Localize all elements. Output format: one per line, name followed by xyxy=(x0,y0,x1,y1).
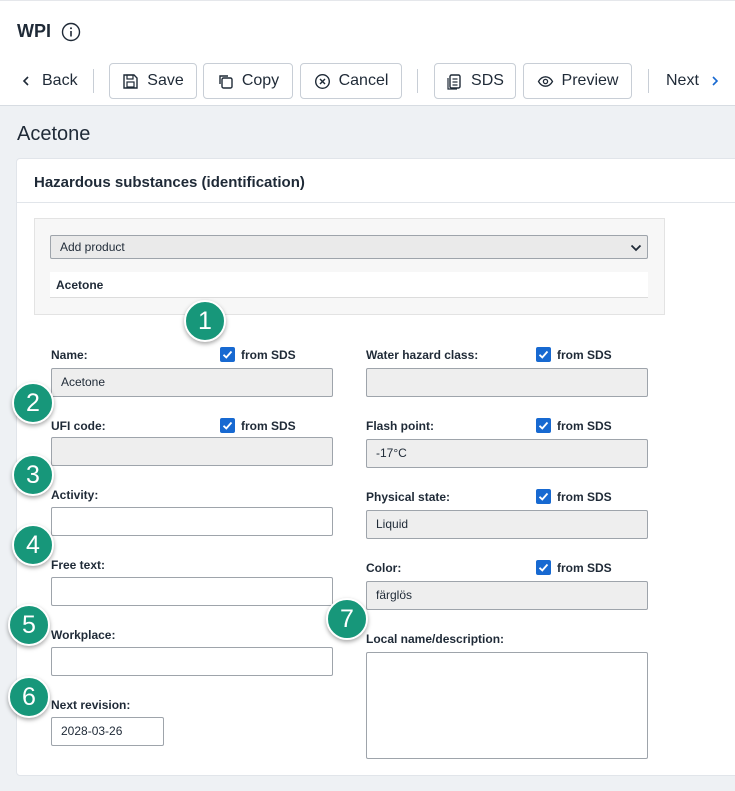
chevron-right-icon xyxy=(712,76,719,86)
save-label: Save xyxy=(147,72,184,89)
from-sds-label: from SDS xyxy=(241,418,296,433)
toolbar-divider xyxy=(417,69,418,93)
copy-button[interactable]: Copy xyxy=(203,63,293,99)
water-hazard-class-label: Water hazard class: xyxy=(366,348,479,362)
next-revision-field[interactable]: 2028-03-26 xyxy=(51,717,164,746)
checkbox-checked-icon xyxy=(536,560,551,575)
annotation-badge-4: 4 xyxy=(12,524,54,566)
name-from-sds-checkbox[interactable]: from SDS xyxy=(220,347,296,362)
annotation-badge-5: 5 xyxy=(8,604,50,646)
ufi-code-label: UFI code: xyxy=(51,419,106,433)
section-title: Hazardous substances (identification) xyxy=(34,174,305,191)
color-field[interactable]: färglös xyxy=(366,581,648,610)
annotation-badge-1: 1 xyxy=(184,300,226,342)
eye-icon xyxy=(537,75,553,87)
page-heading: Acetone xyxy=(17,123,91,145)
water-hazard-class-field[interactable] xyxy=(366,368,648,397)
preview-button[interactable]: Preview xyxy=(523,63,632,99)
page-title: WPI xyxy=(17,21,51,41)
title-row: WPI xyxy=(17,21,81,42)
color-from-sds-checkbox[interactable]: from SDS xyxy=(536,560,612,575)
checkbox-checked-icon xyxy=(536,489,551,504)
physical-state-field[interactable]: Liquid xyxy=(366,510,648,539)
annotation-badge-2: 2 xyxy=(12,382,54,424)
ufi-code-field[interactable] xyxy=(51,437,333,466)
back-button[interactable]: Back xyxy=(20,63,82,99)
top-bar: WPI Back Save Copy Cancel SDS Preview Ne… xyxy=(0,0,735,106)
from-sds-label: from SDS xyxy=(557,418,612,433)
activity-field[interactable] xyxy=(51,507,333,536)
toolbar: Back Save Copy Cancel SDS Preview Next xyxy=(0,63,735,99)
flash-point-field[interactable]: -17°C xyxy=(366,439,648,468)
back-label: Back xyxy=(42,72,78,89)
activity-label: Activity: xyxy=(51,488,99,502)
annotation-badge-6: 6 xyxy=(8,676,50,718)
from-sds-label: from SDS xyxy=(557,347,612,362)
copy-label: Copy xyxy=(241,72,280,89)
cancel-button[interactable]: Cancel xyxy=(300,63,402,99)
free-text-field[interactable] xyxy=(51,577,333,606)
sds-button[interactable]: SDS xyxy=(434,63,516,99)
checkbox-checked-icon xyxy=(536,418,551,433)
annotation-badge-7: 7 xyxy=(326,598,368,640)
save-button[interactable]: Save xyxy=(109,63,197,99)
section-header: Hazardous substances (identification) xyxy=(17,159,735,203)
from-sds-label: from SDS xyxy=(557,489,612,504)
annotation-badge-3: 3 xyxy=(12,454,54,496)
next-button[interactable]: Next xyxy=(666,63,726,99)
add-product-value: Add product xyxy=(60,240,125,254)
selected-product: Acetone xyxy=(50,272,648,298)
cancel-label: Cancel xyxy=(338,72,389,89)
ufi-from-sds-checkbox[interactable]: from SDS xyxy=(220,418,296,433)
color-label: Color: xyxy=(366,561,402,575)
product-panel xyxy=(34,218,665,315)
copy-icon xyxy=(219,74,233,89)
name-label: Name: xyxy=(51,348,88,362)
info-circle-icon[interactable] xyxy=(61,22,81,42)
document-icon xyxy=(447,73,461,90)
checkbox-checked-icon xyxy=(220,418,235,433)
next-revision-label: Next revision: xyxy=(51,698,131,712)
physical-state-label: Physical state: xyxy=(366,490,451,504)
toolbar-divider xyxy=(93,69,94,93)
workplace-field[interactable] xyxy=(51,647,333,676)
chevron-left-icon xyxy=(22,76,29,86)
from-sds-label: from SDS xyxy=(241,347,296,362)
from-sds-label: from SDS xyxy=(557,560,612,575)
toolbar-divider xyxy=(648,69,649,93)
save-icon xyxy=(123,73,138,89)
name-field[interactable]: Acetone xyxy=(51,368,333,397)
free-text-label: Free text: xyxy=(51,558,106,572)
workplace-label: Workplace: xyxy=(51,628,116,642)
flash-point-label: Flash point: xyxy=(366,419,434,433)
physical-state-from-sds-checkbox[interactable]: from SDS xyxy=(536,489,612,504)
chevron-down-icon xyxy=(630,244,642,252)
local-name-textarea[interactable] xyxy=(366,652,648,759)
local-name-label: Local name/description: xyxy=(366,632,505,646)
checkbox-checked-icon xyxy=(536,347,551,362)
sds-label: SDS xyxy=(471,72,504,89)
next-label: Next xyxy=(666,72,699,89)
flash-point-from-sds-checkbox[interactable]: from SDS xyxy=(536,418,612,433)
preview-label: Preview xyxy=(561,72,619,89)
cancel-circle-icon xyxy=(314,73,330,89)
add-product-select[interactable]: Add product xyxy=(50,235,648,259)
water-hazard-from-sds-checkbox[interactable]: from SDS xyxy=(536,347,612,362)
checkbox-checked-icon xyxy=(220,347,235,362)
